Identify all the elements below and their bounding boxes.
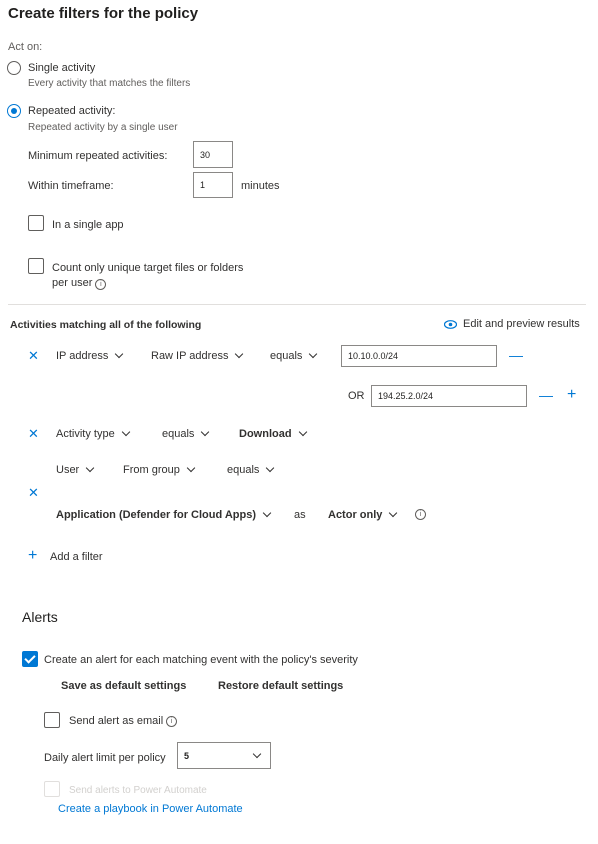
filter1-value2-input[interactable]: 194.25.2.0/24: [371, 385, 527, 407]
filter1-operator-label: equals: [270, 350, 303, 362]
unique-targets-label-line2: per user i: [52, 277, 107, 290]
remove-filter-2-icon[interactable]: ✕: [28, 426, 39, 442]
filter1-field-label: IP address: [56, 350, 109, 362]
eye-icon: [444, 319, 457, 329]
power-automate-label: Send alerts to Power Automate: [69, 785, 207, 796]
info-icon: i: [415, 509, 426, 520]
chevron-down-icon: [309, 349, 318, 359]
create-alert-checkbox[interactable]: [22, 651, 38, 667]
actor-info[interactable]: i: [415, 507, 426, 520]
timeframe-value: 1: [200, 180, 206, 190]
filter2-value-dropdown[interactable]: Download: [239, 427, 307, 440]
filter3-subfield-dropdown[interactable]: From group: [123, 463, 196, 476]
page-title: Create filters for the policy: [8, 5, 199, 22]
min-repeated-input[interactable]: 30: [193, 141, 233, 168]
send-email-row: Send alert as email i: [69, 715, 178, 727]
filter3-actor-dropdown[interactable]: Actor only: [328, 508, 398, 521]
add-filter-icon[interactable]: +: [28, 547, 37, 565]
filter2-field-label: Activity type: [56, 428, 115, 440]
filter1-operator-dropdown[interactable]: equals: [270, 349, 318, 362]
add-value-icon[interactable]: +: [567, 386, 576, 404]
or-label: OR: [348, 390, 365, 402]
remove-filter-3-icon[interactable]: ✕: [28, 485, 39, 501]
filter1-subfield-label: Raw IP address: [151, 350, 229, 362]
chevron-down-icon: [252, 749, 262, 758]
restore-default-button[interactable]: Restore default settings: [218, 680, 343, 692]
repeated-activity-description: Repeated activity by a single user: [28, 122, 178, 133]
as-label: as: [294, 509, 306, 521]
min-repeated-value: 30: [200, 149, 211, 160]
edit-preview-label: Edit and preview results: [463, 318, 580, 330]
send-email-label[interactable]: Send alert as email: [69, 715, 163, 727]
daily-limit-value: 5: [184, 750, 190, 761]
daily-limit-label: Daily alert limit per policy: [44, 752, 166, 764]
remove-filter-1-icon[interactable]: ✕: [28, 348, 39, 364]
single-app-label[interactable]: In a single app: [52, 219, 124, 231]
send-email-checkbox[interactable]: [44, 712, 60, 728]
single-app-checkbox[interactable]: [28, 215, 44, 231]
filter2-field-dropdown[interactable]: Activity type: [56, 427, 130, 440]
chevron-down-icon: [266, 463, 275, 473]
filter3-app-dropdown[interactable]: Application (Defender for Cloud Apps): [56, 508, 272, 521]
chevron-down-icon: [389, 508, 398, 518]
filter1-value-input[interactable]: 10.10.0.0/24: [341, 345, 497, 367]
filter2-operator-label: equals: [162, 428, 195, 440]
filter1-subfield-dropdown[interactable]: Raw IP address: [151, 349, 244, 362]
remove-value-icon[interactable]: —: [509, 347, 523, 363]
filter3-app-label: Application (Defender for Cloud Apps): [56, 509, 257, 521]
save-default-button[interactable]: Save as default settings: [61, 680, 186, 692]
timeframe-input[interactable]: 1: [193, 172, 233, 198]
filter3-operator-dropdown[interactable]: equals: [227, 463, 275, 476]
chevron-down-icon: [201, 427, 210, 437]
chevron-down-icon: [85, 463, 95, 473]
filter2-value-label: Download: [239, 428, 292, 440]
per-user-label: per user: [52, 277, 93, 289]
alerts-title: Alerts: [22, 609, 58, 625]
filter3-field-label: User: [56, 464, 80, 476]
timeframe-label: Within timeframe:: [28, 180, 114, 192]
edit-preview-link[interactable]: Edit and preview results: [444, 318, 580, 330]
remove-value2-icon[interactable]: —: [539, 387, 553, 403]
filter1-field-dropdown[interactable]: IP address: [56, 349, 124, 362]
chevron-down-icon: [262, 508, 272, 518]
info-icon[interactable]: i: [166, 715, 178, 727]
add-filter-link[interactable]: Add a filter: [50, 551, 103, 563]
chevron-down-icon: [235, 349, 244, 359]
filter1-value2: 194.25.2.0/24: [378, 391, 434, 401]
create-alert-label[interactable]: Create an alert for each matching event …: [44, 654, 358, 666]
filter3-operator-label: equals: [227, 464, 260, 476]
act-on-label: Act on:: [8, 41, 43, 53]
filter2-operator-dropdown[interactable]: equals: [162, 427, 210, 440]
single-activity-radio[interactable]: [7, 61, 21, 75]
single-activity-description: Every activity that matches the filters: [28, 78, 191, 89]
unique-targets-checkbox[interactable]: [28, 258, 44, 274]
repeated-activity-label[interactable]: Repeated activity:: [28, 105, 115, 117]
single-activity-label[interactable]: Single activity: [28, 62, 95, 74]
unique-targets-label[interactable]: Count only unique target files or folder…: [52, 262, 243, 274]
min-repeated-label: Minimum repeated activities:: [28, 150, 168, 162]
filter3-subfield-label: From group: [123, 464, 180, 476]
info-icon[interactable]: i: [95, 279, 107, 290]
chevron-down-icon: [121, 427, 130, 437]
repeated-activity-radio[interactable]: [7, 104, 21, 118]
section-divider: [8, 304, 586, 305]
daily-limit-select[interactable]: 5: [177, 742, 271, 769]
activities-header: Activities matching all of the following: [10, 319, 202, 331]
filter3-actor-label: Actor only: [328, 509, 383, 521]
create-playbook-link[interactable]: Create a playbook in Power Automate: [58, 803, 243, 815]
power-automate-checkbox[interactable]: [44, 781, 60, 797]
filter3-field-dropdown[interactable]: User: [56, 463, 95, 476]
chevron-down-icon: [186, 463, 196, 473]
filter1-value: 10.10.0.0/24: [348, 351, 399, 361]
timeframe-unit: minutes: [241, 180, 280, 192]
chevron-down-icon: [298, 427, 307, 437]
chevron-down-icon: [115, 349, 124, 359]
